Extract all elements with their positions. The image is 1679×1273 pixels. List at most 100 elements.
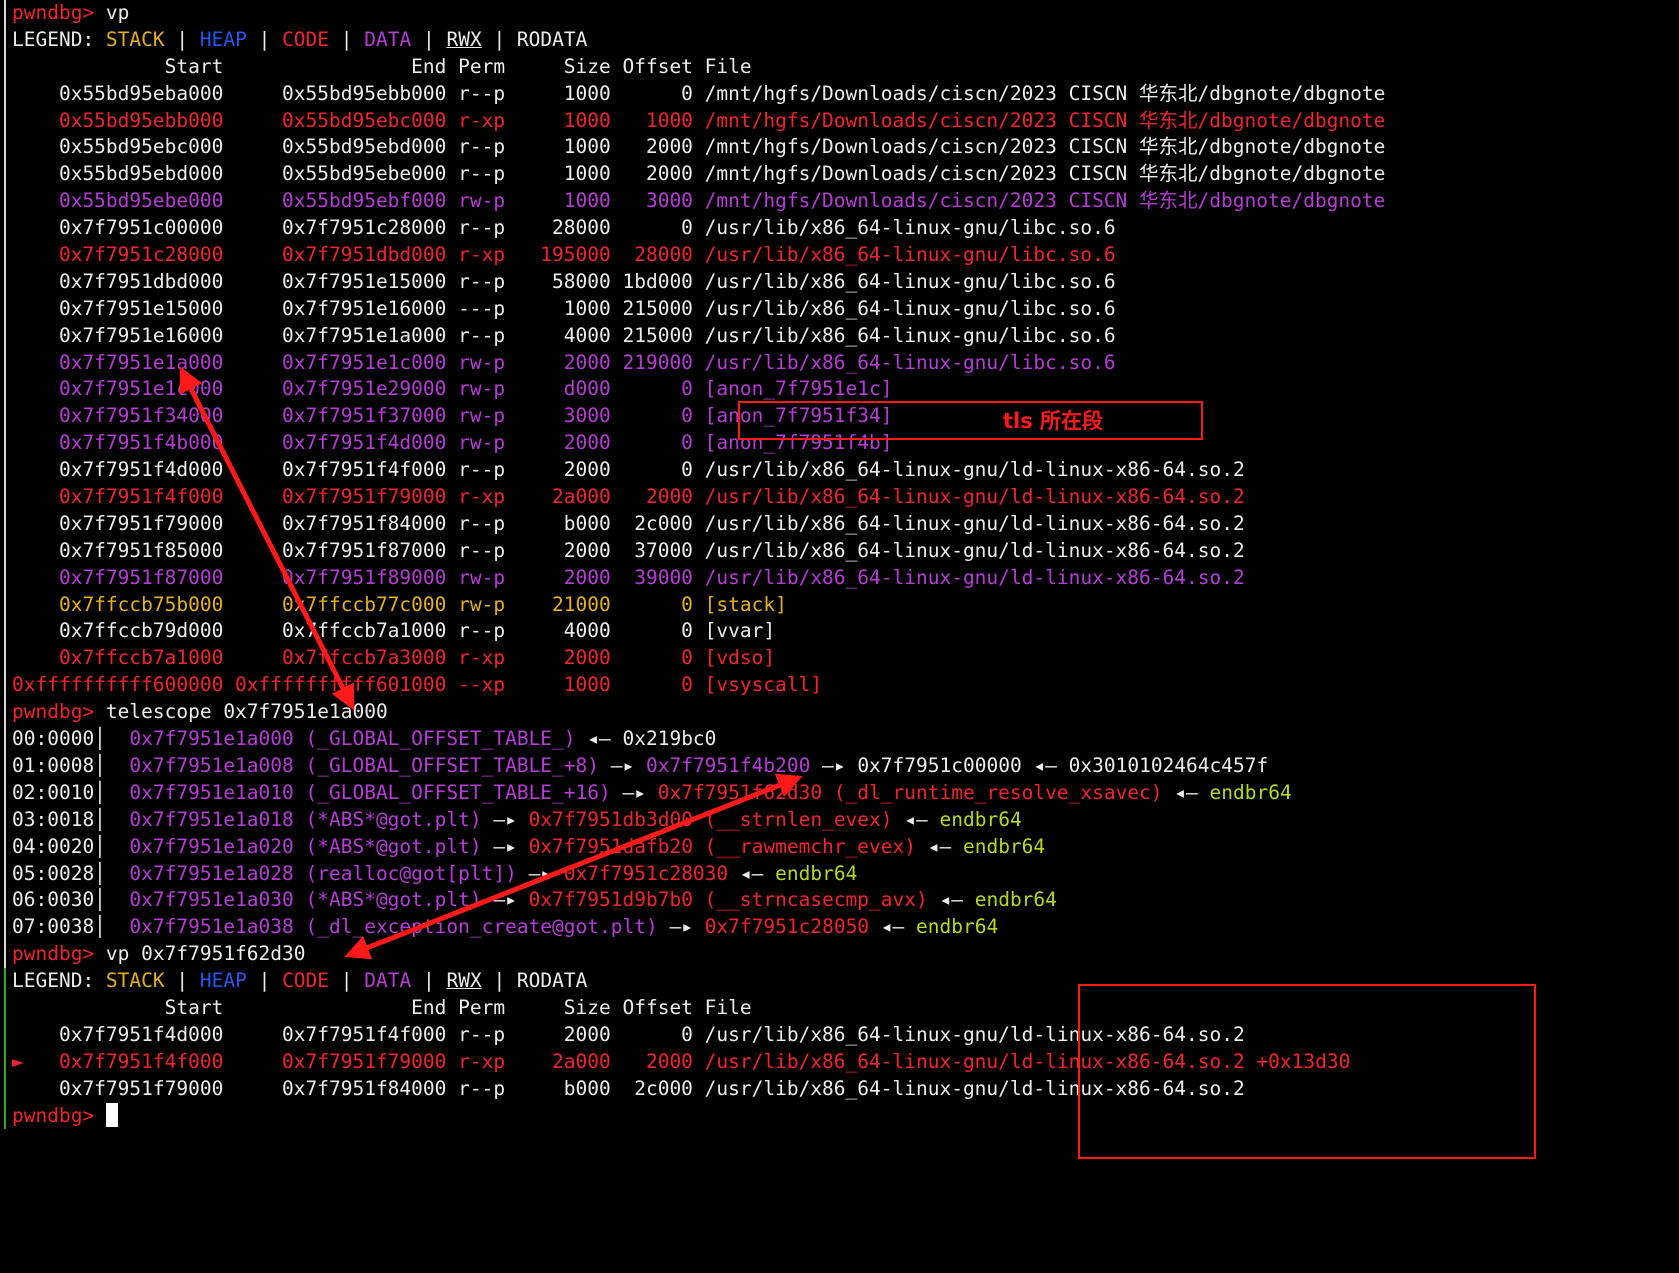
terminal-line: 0x7f7951c00000 0x7f7951c28000 r--p 28000…: [0, 215, 1679, 243]
terminal-line: 0x7f7951e16000 0x7f7951e1a000 r--p 4000 …: [0, 322, 1679, 350]
scrollback-gutter-bar: [4, 134, 6, 162]
terminal-text-segment: HEAP: [199, 969, 247, 993]
terminal-text-segment: 0x7f7951f4d000 0x7f7951f4f000 r--p 2000 …: [12, 458, 1245, 482]
terminal-text-segment: 0x7f7951c28030: [563, 861, 729, 885]
scrollback-gutter-bar: [4, 968, 6, 995]
terminal-text-segment: 0x7f7951e16000 0x7f7951e1a000 r--p 4000 …: [12, 323, 1116, 347]
terminal-text-segment: —▸: [481, 807, 529, 831]
terminal-line: ► 0x7f7951f4f000 0x7f7951f79000 r-xp 2a0…: [0, 1048, 1679, 1076]
terminal-text-segment: endbr64: [916, 915, 999, 939]
terminal-line: 0x7ffccb79d000 0x7ffccb7a1000 r--p 4000 …: [0, 618, 1679, 646]
terminal-text-segment: 03:0018│: [12, 807, 130, 831]
scrollback-gutter-bar: [4, 887, 6, 915]
scrollback-gutter-bar: [4, 1048, 6, 1076]
terminal-text-segment: telescope 0x7f7951e1a000: [105, 700, 388, 724]
terminal-text-segment: CODE: [282, 969, 330, 993]
scrollback-gutter-bar: [4, 779, 6, 807]
terminal-line: 0x7f7951f87000 0x7f7951f89000 rw-p 2000 …: [0, 564, 1679, 592]
terminal-text-segment: |: [411, 27, 447, 51]
scrollback-gutter-bar: [4, 484, 6, 511]
terminal-text-segment: 0x7f7951f4d000 0x7f7951f4f000 r--p 2000 …: [12, 1022, 1245, 1046]
terminal-text-segment: 0x7ffccb75b000 0x7ffccb77c000 rw-p 21000…: [12, 592, 787, 616]
scrollback-gutter-bar: [4, 376, 6, 404]
terminal-text-segment: pwndbg>: [12, 1103, 106, 1127]
scrollback-gutter-bar: [4, 618, 6, 646]
terminal-text-segment: 0x7f7951e1a000 0x7f7951e1c000 rw-p 2000 …: [12, 350, 1116, 374]
terminal-text-segment: —▸: [481, 888, 529, 912]
terminal-text-segment: 0x7f7951c28050: [704, 915, 870, 939]
terminal-text-segment: ◂—: [916, 834, 963, 858]
terminal-line: 0x7f7951e1a000 0x7f7951e1c000 rw-p 2000 …: [0, 349, 1679, 377]
terminal-text-segment: —▸: [610, 780, 658, 804]
terminal-text-segment: 0x55bd95ebd000 0x55bd95ebe000 r--p 1000 …: [12, 162, 1386, 186]
scrollback-gutter-bar: [4, 457, 6, 485]
scrollback-gutter-bar: [4, 1102, 6, 1130]
text-cursor[interactable]: [105, 1102, 118, 1127]
terminal-line: 07:0038│ 0x7f7951e1a038 (_dl_exception_c…: [0, 914, 1679, 942]
terminal-output[interactable]: pwndbg> vp LEGEND: STACK | HEAP | CODE | …: [0, 0, 1679, 1273]
scrollback-gutter-bar: [4, 699, 6, 727]
terminal-line: 0x7f7951e15000 0x7f7951e16000 ---p 1000 …: [0, 295, 1679, 323]
terminal-line: 0x55bd95ebc000 0x55bd95ebd000 r--p 1000 …: [0, 134, 1679, 162]
terminal-text-segment: DATA: [364, 27, 412, 51]
terminal-line: Start End Perm Size Offset File: [0, 994, 1679, 1022]
terminal-text-segment: 0x55bd95ebe000 0x55bd95ebf000 rw-p 1000 …: [12, 189, 1386, 213]
terminal-text-segment: 0x7f7951f34000 0x7f7951f37000 rw-p 3000 …: [12, 404, 893, 428]
terminal-text-segment: 0x7f7951c00000 0x7f7951c28000 r--p 28000…: [12, 216, 1116, 240]
terminal-text-segment: STACK: [105, 27, 165, 51]
scrollback-gutter-bar: [4, 1021, 6, 1049]
terminal-line: pwndbg> vp: [0, 0, 1679, 27]
terminal-line: 02:0010│ 0x7f7951e1a010 (_GLOBAL_OFFSET_…: [0, 779, 1679, 807]
scrollback-gutter-bar: [4, 430, 6, 458]
terminal-text-segment: 0x7ffccb79d000 0x7ffccb7a1000 r--p 4000 …: [12, 619, 776, 643]
terminal-text-segment: ◂—: [927, 888, 975, 912]
terminal-text-segment: HEAP: [199, 27, 247, 51]
terminal-text-segment: 0x55bd95eba000 0x55bd95ebb000 r--p 1000 …: [12, 81, 1386, 105]
terminal-line: 0x55bd95ebe000 0x55bd95ebf000 rw-p 1000 …: [0, 188, 1679, 216]
scrollback-gutter-bar: [4, 726, 6, 753]
terminal-text-segment: CODE: [282, 27, 330, 51]
terminal-text-segment: 0x7f7951e1c000 0x7f7951e29000 rw-p d000 …: [12, 377, 893, 401]
scrollback-gutter-bar: [4, 268, 6, 296]
terminal-text-segment: |: [411, 969, 447, 993]
scrollback-gutter-bar: [4, 994, 6, 1022]
terminal-line: 0x7ffccb75b000 0x7ffccb77c000 rw-p 21000…: [0, 591, 1679, 619]
terminal-text-segment: pwndbg>: [12, 942, 106, 966]
terminal-text-segment: DATA: [364, 969, 412, 993]
scrollback-gutter-bar: [4, 107, 6, 135]
terminal-text-segment: RWX: [446, 969, 482, 993]
terminal-text-segment: 0x55bd95ebc000 0x55bd95ebd000 r--p 1000 …: [12, 135, 1386, 159]
scrollback-gutter-bar: [4, 860, 6, 888]
terminal-text-segment: pwndbg>: [12, 700, 106, 724]
terminal-line: 0x7f7951dbd000 0x7f7951e15000 r--p 58000…: [0, 268, 1679, 296]
terminal-text-segment: | RODATA: [481, 969, 588, 993]
terminal-line: pwndbg>: [0, 1102, 1679, 1130]
terminal-text-segment: 0x7f7951e1a018 (*ABS*@got.plt): [129, 807, 482, 831]
terminal-text-segment: 0x7f7951db3d00 (__strnlen_evex): [528, 807, 893, 831]
terminal-line: 03:0018│ 0x7f7951e1a018 (*ABS*@got.plt) …: [0, 806, 1679, 834]
terminal-line: 0x7f7951f79000 0x7f7951f84000 r--p b000 …: [0, 510, 1679, 538]
terminal-text-segment: 0x7f7951e1a030 (*ABS*@got.plt): [129, 888, 482, 912]
terminal-line: 0x7f7951f4d000 0x7f7951f4f000 r--p 2000 …: [0, 1021, 1679, 1049]
terminal-line: 04:0020│ 0x7f7951e1a020 (*ABS*@got.plt) …: [0, 833, 1679, 861]
terminal-text-segment: |: [246, 969, 283, 993]
terminal-text-segment: endbr64: [939, 807, 1022, 831]
terminal-line: 0x7f7951f34000 0x7f7951f37000 rw-p 3000 …: [0, 403, 1679, 431]
terminal-text-segment: |: [164, 27, 200, 51]
terminal-text-segment: vp: [105, 1, 130, 24]
terminal-text-segment: 0x7f7951e1a038 (_dl_exception_create@got…: [129, 915, 658, 939]
terminal-text-segment: endbr64: [1209, 780, 1292, 804]
terminal-text-segment: ◂— 0x219bc0: [575, 727, 717, 751]
terminal-text-segment: LEGEND:: [12, 969, 106, 993]
terminal-text-segment: 0x7f7951dafb20 (__rawmemchr_evex): [528, 834, 916, 858]
terminal-text-segment: 0x7f7951c28000 0x7f7951dbd000 r-xp 19500…: [12, 243, 1116, 267]
terminal-text-segment: 0x7f7951f4f000 0x7f7951f79000 r-xp 2a000…: [12, 485, 1245, 509]
terminal-line: Start End Perm Size Offset File: [0, 53, 1679, 81]
scrollback-gutter-bar: [4, 591, 6, 619]
terminal-text-segment: —▸: [657, 915, 705, 939]
terminal-line: 05:0028│ 0x7f7951e1a028 (realloc@got[plt…: [0, 860, 1679, 888]
terminal-text-segment: Start End Perm Size Offset File: [12, 54, 752, 78]
terminal-line: 01:0008│ 0x7f7951e1a008 (_GLOBAL_OFFSET_…: [0, 752, 1679, 780]
terminal-line: 0x55bd95ebd000 0x55bd95ebe000 r--p 1000 …: [0, 161, 1679, 189]
terminal-text-segment: 04:0020│: [12, 834, 130, 858]
